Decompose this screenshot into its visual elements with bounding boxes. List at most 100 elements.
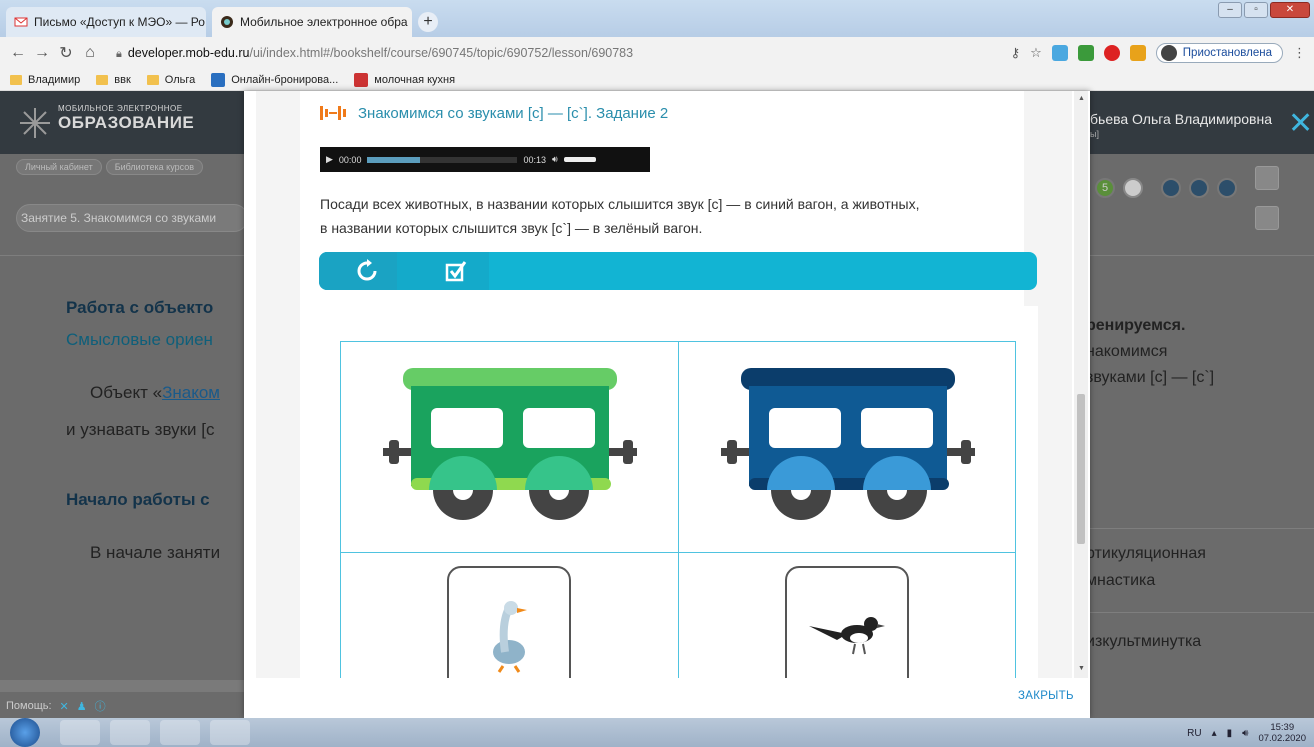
blue-wagon[interactable] [721, 368, 977, 528]
animal-card-goose[interactable] [447, 566, 571, 678]
bookmark-item[interactable]: молочная кухня [354, 72, 455, 87]
tray-expand-icon[interactable]: ▴ [1212, 728, 1217, 739]
avatar [1160, 45, 1177, 61]
divider [1080, 612, 1314, 613]
paragraph: Объект «Знаком [90, 383, 220, 403]
audio-progress-fill [367, 156, 420, 163]
scrollbar-thumb[interactable] [1077, 394, 1085, 544]
browser-tab-strip: Письмо «Доступ к МЭО» — Ро × Мобильное э… [0, 0, 1314, 37]
sidebar-item-label[interactable]: ртикуляционная [1086, 545, 1206, 563]
section-heading: Работа с объекто [66, 298, 214, 317]
vertical-scrollbar[interactable] [1074, 91, 1088, 678]
step-current[interactable]: 5 [1095, 178, 1115, 198]
chrome-taskbar-icon[interactable] [60, 720, 100, 745]
step-dot[interactable] [1189, 178, 1209, 198]
close-tab-icon[interactable]: × [408, 15, 413, 29]
folder-icon [96, 74, 109, 85]
reload-icon[interactable]: ↻ [54, 43, 78, 63]
star-icon[interactable]: ☆ [1030, 45, 1042, 61]
profile-button[interactable]: Приостановлена [1155, 43, 1283, 63]
tab-mail[interactable]: Письмо «Доступ к МЭО» — Ро × [6, 7, 206, 37]
reset-button[interactable] [319, 252, 397, 290]
maximize-button[interactable]: ▫ [1244, 2, 1268, 18]
minimize-button[interactable]: – [1218, 2, 1242, 18]
bookmark-item[interactable]: Ольга [146, 73, 196, 86]
clock-time: 15:39 [1270, 722, 1295, 733]
start-icon[interactable] [10, 718, 40, 747]
bookmark-item[interactable]: Владимир [10, 74, 80, 86]
close-window-button[interactable]: ✕ [1270, 2, 1310, 18]
kitchen-icon [354, 72, 369, 87]
animal-card-magpie[interactable] [785, 566, 909, 678]
lesson-modal: Знакомимся со звуками [с] — [с`]. Задани… [244, 91, 1090, 718]
user-role: ы] [1090, 129, 1099, 139]
bookmark-item[interactable]: ввк [96, 74, 131, 86]
exercise-header: Знакомимся со звуками [с] — [с`]. Задани… [320, 104, 668, 122]
tools-icon[interactable]: ✕ [60, 700, 69, 713]
sidebar-item-label[interactable]: ренируемся. [1086, 317, 1185, 335]
url-field[interactable]: 🔒︎ developer.mob-edu.ru/ui/index.html#/bo… [116, 46, 633, 61]
text: Объект « [90, 383, 163, 402]
volume-slider[interactable] [563, 157, 596, 162]
play-icon[interactable]: ▶ [326, 154, 333, 165]
home-icon[interactable]: ⌂ [78, 44, 102, 62]
tab-mobile-education[interactable]: Мобильное электронное обра × [212, 7, 412, 37]
step-dot[interactable] [1123, 178, 1143, 198]
key-icon[interactable]: ⚷ [1011, 45, 1021, 61]
audio-current-time: 00:00 [338, 154, 362, 165]
extension-key-icon[interactable] [1129, 45, 1146, 61]
breadcrumb-item[interactable]: Личный кабинет [16, 159, 102, 175]
url-host: developer.mob-edu.ru [127, 45, 250, 60]
instruction-text: Посади всех животных, в названии которых… [320, 192, 1010, 240]
bookmark-label: Ольга [164, 73, 196, 86]
network-icon[interactable]: ▮ [1227, 728, 1233, 739]
sidebar-item-label[interactable]: мнастика [1086, 572, 1155, 590]
clock[interactable]: 15:39 07.02.2020 [1258, 722, 1306, 744]
sidebar-item-label[interactable]: накомимся [1086, 343, 1167, 361]
logo-line2: ОБРАЗОВАНИЕ [58, 113, 195, 132]
extension-cloud-icon[interactable] [1051, 45, 1068, 61]
url-path: /ui/index.html#/bookshelf/course/690745/… [249, 45, 634, 60]
mail-icon [14, 17, 28, 27]
user-help-icon[interactable]: ♟ [77, 700, 87, 713]
step-dot[interactable] [1161, 178, 1181, 198]
close-button[interactable]: ЗАКРЫТЬ [1018, 690, 1074, 702]
sidebar-item-label[interactable]: изкультминутка [1086, 633, 1201, 651]
forward-arrow-icon[interactable]: → [30, 44, 54, 62]
green-wagon[interactable] [383, 368, 639, 528]
scroll-up-icon[interactable]: ▲ [1078, 95, 1085, 102]
close-icon[interactable]: ✕ [1288, 106, 1313, 141]
language-indicator[interactable]: RU [1187, 728, 1201, 739]
bookmark-item[interactable]: Онлайн-бронирова... [211, 72, 338, 87]
extension-shield-icon[interactable] [1077, 45, 1094, 61]
horizontal-scrollbar[interactable] [0, 680, 244, 692]
volume-icon[interactable]: 🔊︎ [552, 154, 558, 165]
new-tab-button[interactable]: + [418, 12, 438, 32]
link[interactable]: Знаком [162, 383, 220, 402]
user-name[interactable]: бьева Ольга Владимировна [1090, 111, 1272, 127]
back-arrow-icon[interactable]: ← [6, 44, 30, 62]
logo-line1: МОБИЛЬНОЕ ЭЛЕКТРОННОЕ [58, 104, 183, 113]
extension-yandex-icon[interactable] [1103, 45, 1120, 61]
bookmarks-bar: Владимир ввк Ольга Онлайн-бронирова... м… [0, 69, 1314, 91]
lesson-steps: 5 [1095, 178, 1237, 198]
explorer-taskbar-icon[interactable] [110, 720, 150, 745]
audio-progress[interactable] [367, 156, 518, 163]
info-icon[interactable]: ⓘ [95, 698, 106, 714]
paragraph: В начале заняти [90, 543, 221, 562]
side-tools [1255, 166, 1279, 230]
scroll-down-icon[interactable]: ▼ [1078, 665, 1085, 672]
check-button[interactable] [397, 252, 489, 290]
menu-kebab-icon[interactable]: ⋮ [1293, 45, 1306, 61]
volume-tray-icon[interactable]: 🔊︎ [1242, 728, 1248, 739]
app-logo: МОБИЛЬНОЕ ЭЛЕКТРОННОЕ ОБРАЗОВАНИЕ [18, 104, 195, 138]
step-dot[interactable] [1217, 178, 1237, 198]
lesson-selector[interactable]: Занятие 5. Знакомимся со звуками [16, 204, 248, 232]
paint-taskbar-icon[interactable] [210, 720, 250, 745]
close-tab-icon[interactable]: × [205, 15, 206, 29]
word-taskbar-icon[interactable] [160, 720, 200, 745]
table-icon[interactable] [1255, 206, 1279, 230]
sidebar-item-label[interactable]: звуками [с] — [с`] [1086, 369, 1214, 387]
notebook-icon[interactable] [1255, 166, 1279, 190]
breadcrumb-item[interactable]: Библиотека курсов [105, 159, 203, 175]
